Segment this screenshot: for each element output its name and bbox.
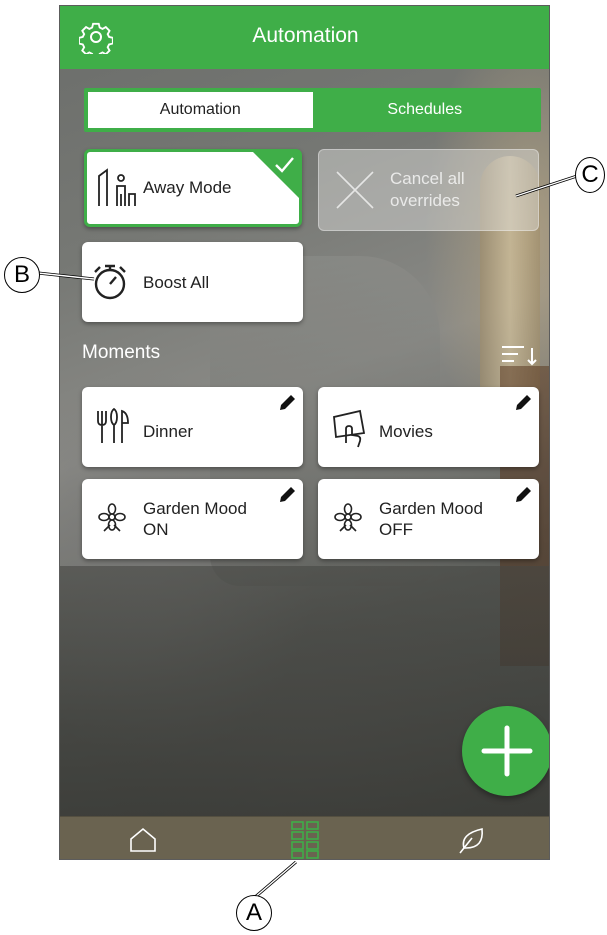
nav-automation[interactable]: [265, 817, 345, 859]
cancel-x-icon: [336, 171, 374, 209]
moment-garden-mood-on[interactable]: Garden Mood ON: [82, 479, 303, 559]
stopwatch-icon: [94, 264, 126, 300]
moment-label: Movies: [379, 422, 433, 441]
moment-label-line1: Garden Mood: [143, 499, 247, 518]
cancel-overrides-button[interactable]: Cancel all overrides: [318, 149, 539, 231]
tablet-touch-icon: [333, 409, 366, 448]
callout-c: C: [575, 157, 605, 193]
callout-a: A: [236, 895, 272, 931]
bottom-navigation: [60, 816, 549, 859]
cancel-overrides-label-1: Cancel all: [390, 169, 465, 188]
cancel-overrides-label-2: overrides: [390, 191, 460, 210]
edit-pencil-icon[interactable]: [277, 485, 297, 505]
moment-label-line2: OFF: [379, 520, 413, 539]
phone-screen: Automation Automation Schedules Away Mod…: [59, 5, 550, 860]
nav-energy[interactable]: [432, 817, 512, 859]
away-mode-icon: [98, 168, 136, 206]
leaf-icon: [459, 827, 483, 853]
edit-pencil-icon[interactable]: [513, 393, 533, 413]
cutlery-icon: [97, 407, 129, 443]
page-title: Automation: [252, 24, 359, 47]
add-button[interactable]: [462, 706, 549, 796]
boost-all-button[interactable]: Boost All: [82, 242, 303, 322]
moments-section-title: Moments: [82, 342, 161, 363]
grid-icon: [291, 820, 319, 859]
checkmark-icon: [275, 157, 294, 173]
app-header: Automation: [60, 6, 549, 69]
moment-dinner[interactable]: Dinner: [82, 387, 303, 467]
edit-pencil-icon[interactable]: [513, 485, 533, 505]
boost-all-label: Boost All: [143, 273, 210, 292]
flower-icon: [98, 503, 126, 532]
sort-icon[interactable]: [501, 342, 539, 368]
edit-pencil-icon[interactable]: [277, 393, 297, 413]
view-switcher: Automation Schedules: [84, 88, 541, 132]
tab-schedules[interactable]: Schedules: [313, 92, 538, 128]
away-mode-button[interactable]: Away Mode: [84, 149, 302, 227]
flower-icon: [334, 503, 362, 532]
nav-home[interactable]: [103, 817, 183, 859]
plus-icon: [481, 725, 533, 777]
moment-movies[interactable]: Movies: [318, 387, 539, 467]
tab-automation[interactable]: Automation: [88, 92, 313, 128]
callout-b: B: [4, 257, 40, 293]
moment-label: Dinner: [143, 422, 194, 441]
moment-garden-mood-off[interactable]: Garden Mood OFF: [318, 479, 539, 559]
home-icon: [130, 827, 156, 852]
moment-label-line2: ON: [143, 520, 169, 539]
away-mode-label: Away Mode: [143, 178, 232, 197]
moment-label-line1: Garden Mood: [379, 499, 483, 518]
